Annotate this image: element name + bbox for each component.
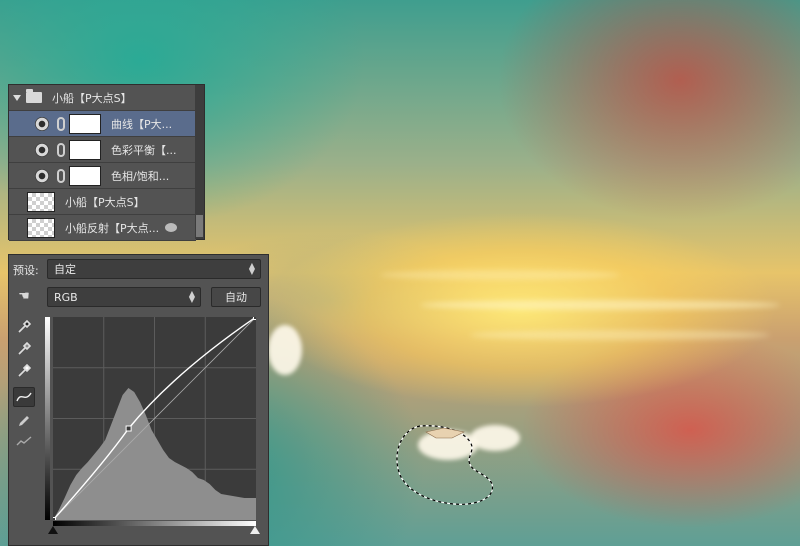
channel-value: RGB <box>54 290 78 304</box>
auto-button[interactable]: 自动 <box>211 287 261 307</box>
folder-icon <box>26 89 42 103</box>
smart-object-thumbnail[interactable] <box>27 217 55 238</box>
pencil-icon[interactable] <box>13 411 35 431</box>
visibility-eye-icon[interactable] <box>35 168 49 183</box>
clipping-link-icon <box>165 223 178 232</box>
preset-label: 预设: <box>13 264 39 277</box>
curve-point-icon[interactable] <box>13 387 35 407</box>
light-streak <box>380 270 620 280</box>
layers-scrollbar[interactable] <box>195 85 204 239</box>
layer-name: 色相/饱和... <box>111 169 170 183</box>
curve-control-point[interactable] <box>253 317 257 320</box>
layer-group-row[interactable]: 小船【P大点S】 <box>9 85 196 111</box>
input-gradient-bar <box>53 521 256 526</box>
link-chain-icon[interactable] <box>57 142 65 157</box>
link-chain-icon[interactable] <box>57 168 65 183</box>
layer-mask-thumbnail[interactable] <box>69 165 101 186</box>
layer-name: 小船反射【P大点... <box>65 221 160 235</box>
light-streak <box>420 300 780 310</box>
visibility-eye-icon[interactable] <box>35 116 49 131</box>
link-chain-icon[interactable] <box>57 116 65 131</box>
black-point-slider[interactable] <box>48 526 58 534</box>
layer-row-hue-saturation[interactable]: 色相/饱和... <box>9 163 196 189</box>
channel-select[interactable]: RGB ▲ ▼ <box>47 287 201 307</box>
black-eyedropper-icon[interactable] <box>13 317 35 337</box>
expand-triangle-icon[interactable] <box>13 94 21 101</box>
curve-control-point[interactable] <box>53 517 56 521</box>
layer-name: 曲线【P大... <box>111 117 173 131</box>
curve-control-point[interactable] <box>125 425 132 432</box>
layer-row-color-balance[interactable]: 色彩平衡【... <box>9 137 196 163</box>
scrollbar-thumb[interactable] <box>196 215 203 237</box>
preset-value: 自定 <box>54 263 76 276</box>
white-point-slider[interactable] <box>250 526 260 534</box>
properties-panel: 预设: 自定 ▲ ▼ ☚ RGB ▲ ▼ 自动 <box>8 254 269 546</box>
select-arrows-icon: ▲ ▼ <box>248 261 255 276</box>
white-eyedropper-icon[interactable] <box>13 361 35 381</box>
layer-thumbnail[interactable] <box>27 191 55 212</box>
target-adjust-icon[interactable]: ☚ <box>13 286 35 306</box>
group-name: 小船【P大点S】 <box>52 91 132 105</box>
marquee-selection[interactable] <box>392 420 502 506</box>
layers-panel: 小船【P大点S】 曲线【P大... 色彩平衡【... 色相/饱和... 小船【P… <box>8 84 205 241</box>
curves-graph[interactable] <box>53 317 256 520</box>
visibility-eye-icon[interactable] <box>35 142 49 157</box>
layer-name: 小船【P大点S】 <box>65 195 145 209</box>
layer-mask-thumbnail[interactable] <box>69 113 101 134</box>
layer-name: 色彩平衡【... <box>111 143 177 157</box>
output-gradient-bar <box>45 317 50 520</box>
select-arrows-icon: ▲ ▼ <box>188 289 195 304</box>
light-streak <box>470 330 770 340</box>
preset-select[interactable]: 自定 ▲ ▼ <box>47 259 261 279</box>
layer-mask-thumbnail[interactable] <box>69 139 101 160</box>
layer-row-curves[interactable]: 曲线【P大... <box>9 111 196 137</box>
layer-row-boat-reflection[interactable]: 小船反射【P大点... <box>9 215 196 241</box>
smooth-icon[interactable] <box>13 431 35 451</box>
gray-eyedropper-icon[interactable] <box>13 339 35 359</box>
layer-row-boat[interactable]: 小船【P大点S】 <box>9 189 196 215</box>
cloud <box>268 325 302 375</box>
